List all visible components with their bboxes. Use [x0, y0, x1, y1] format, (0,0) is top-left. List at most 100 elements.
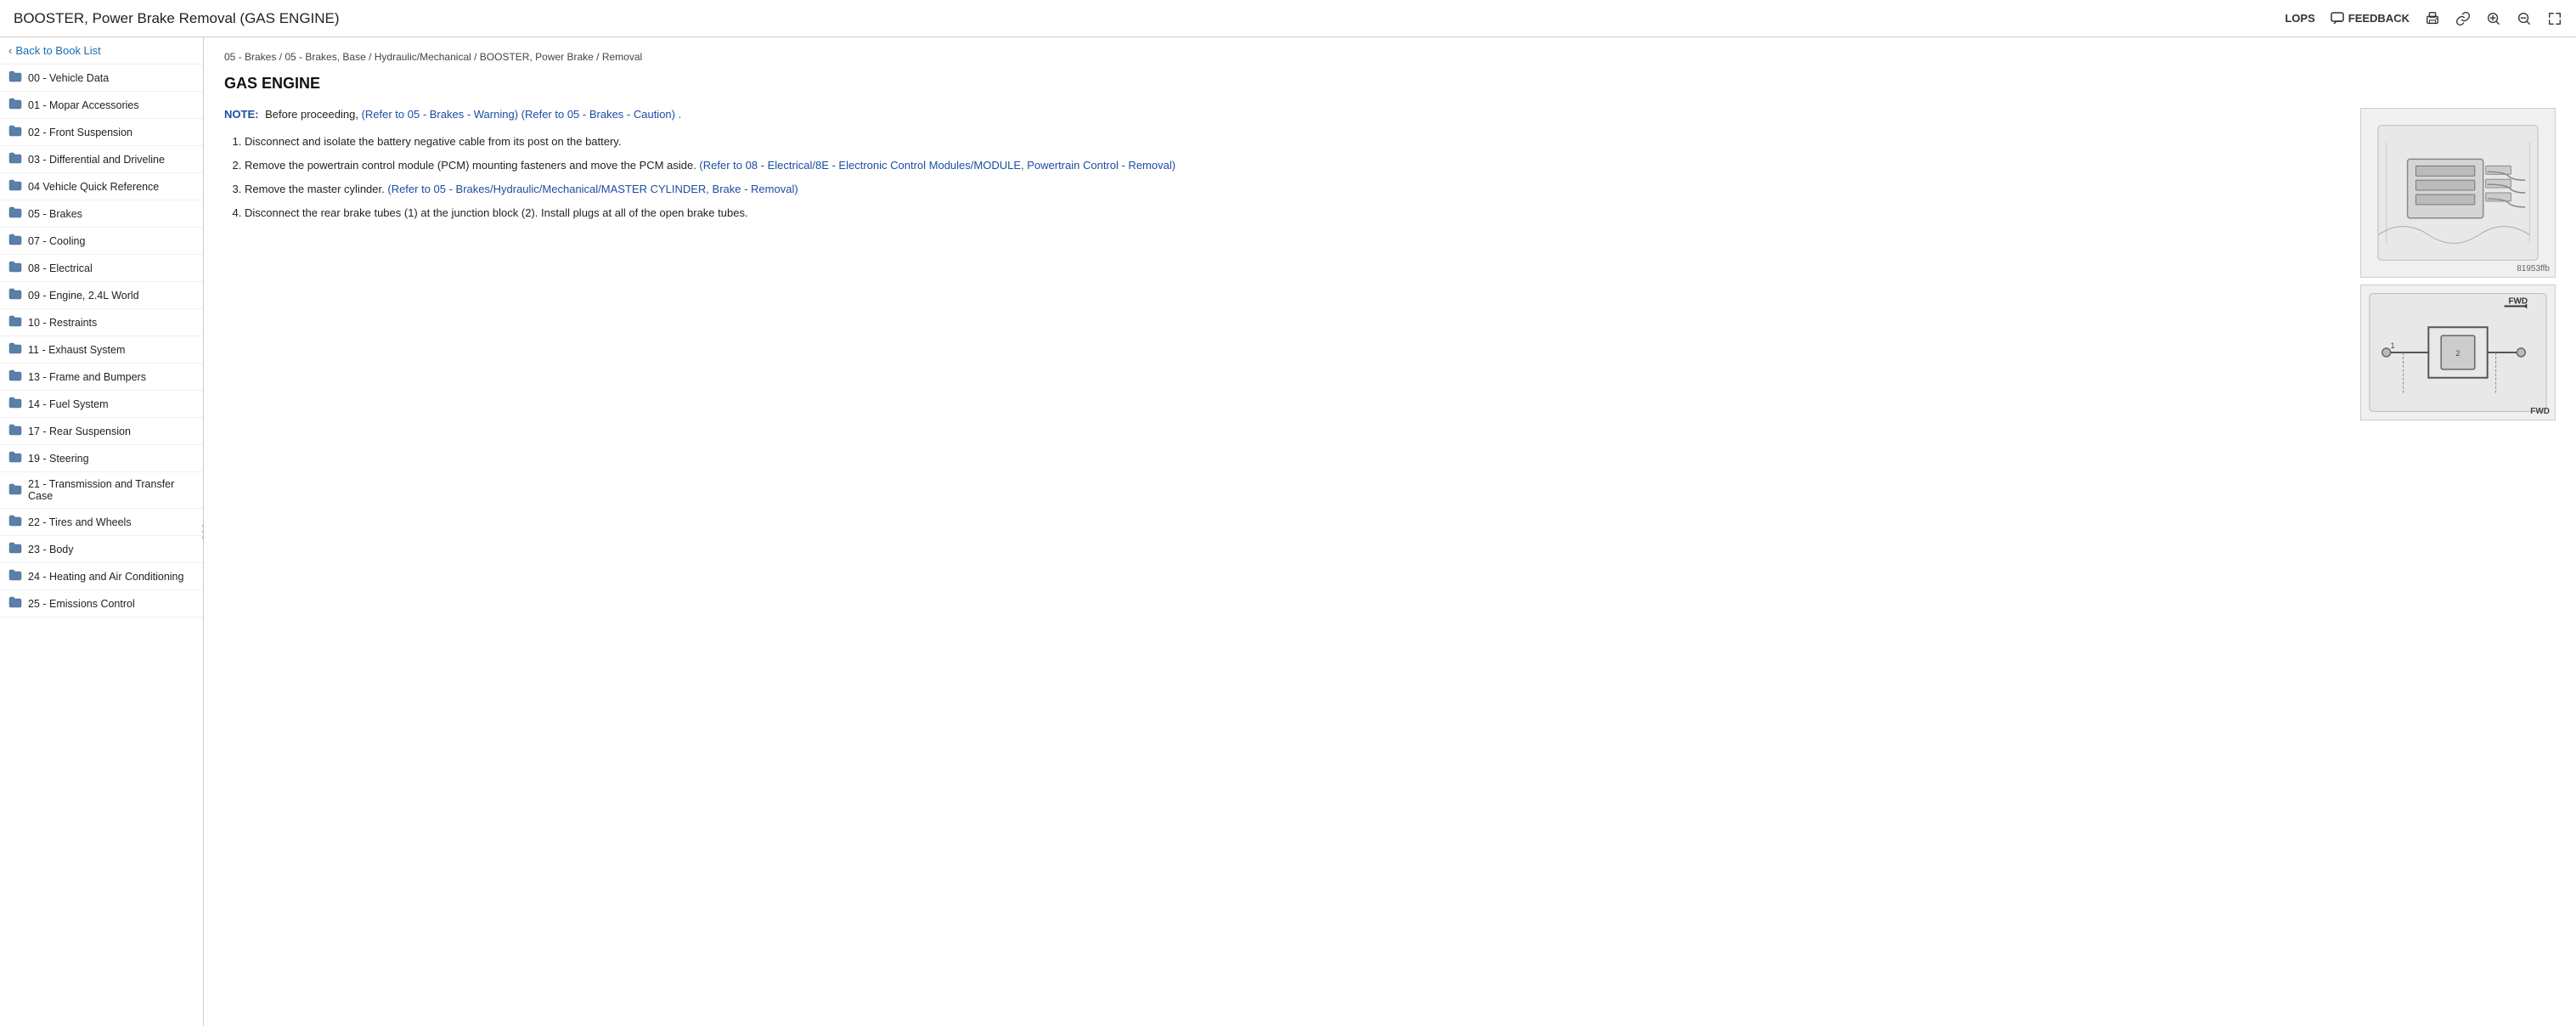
folder-icon — [8, 483, 22, 498]
folder-icon — [8, 569, 22, 583]
sidebar-item-label: 07 - Cooling — [28, 235, 85, 247]
diagram-2-label: FWD — [2530, 407, 2550, 416]
sidebar-item-label: 02 - Front Suspension — [28, 127, 132, 138]
breadcrumb: 05 - Brakes / 05 - Brakes, Base / Hydrau… — [224, 51, 2556, 63]
sidebar-item-label: 25 - Emissions Control — [28, 598, 135, 610]
sidebar-item-label: 09 - Engine, 2.4L World — [28, 290, 139, 302]
sidebar-resize-handle[interactable] — [202, 524, 204, 539]
sidebar-item-label: 22 - Tires and Wheels — [28, 516, 132, 528]
sidebar-item-label: 05 - Brakes — [28, 208, 82, 220]
sidebar-item-10[interactable]: 10 - Restraints — [0, 309, 203, 336]
step-3-link[interactable]: (Refer to 05 - Brakes/Hydraulic/Mechanic… — [387, 183, 798, 195]
step-4: Disconnect the rear brake tubes (1) at t… — [245, 204, 2347, 223]
folder-icon — [8, 179, 22, 194]
sidebar-item-14[interactable]: 14 - Fuel System — [0, 391, 203, 418]
sidebar-item-label: 01 - Mopar Accessories — [28, 99, 139, 111]
sidebar-item-label: 03 - Differential and Driveline — [28, 154, 165, 166]
note-prefix: Before proceeding, — [265, 108, 358, 121]
sidebar-item-04[interactable]: 04 Vehicle Quick Reference — [0, 173, 203, 200]
folder-icon — [8, 152, 22, 166]
zoom-out-button[interactable] — [2517, 11, 2532, 26]
sidebar-item-19[interactable]: 19 - Steering — [0, 445, 203, 472]
steps-list: Disconnect and isolate the battery negat… — [245, 132, 2347, 223]
folder-icon — [8, 70, 22, 85]
content-body: NOTE: Before proceeding, (Refer to 05 - … — [224, 108, 2556, 420]
sidebar-item-08[interactable]: 08 - Electrical — [0, 255, 203, 282]
step-2: Remove the powertrain control module (PC… — [245, 156, 2347, 175]
back-to-book-list[interactable]: ‹ Back to Book List — [0, 37, 203, 65]
image-panel: 81953ffb 2 1 — [2360, 108, 2556, 420]
diagram-1-label: 81953ffb — [2517, 264, 2550, 273]
folder-icon — [8, 98, 22, 112]
diagram-2: 2 1 FWD FWD — [2360, 285, 2556, 420]
sidebar-item-label: 21 - Transmission and Transfer Case — [28, 478, 194, 502]
sidebar: ‹ Back to Book List 00 - Vehicle Data 01… — [0, 37, 204, 1026]
content-title: GAS ENGINE — [224, 75, 2556, 93]
sidebar-item-22[interactable]: 22 - Tires and Wheels — [0, 509, 203, 536]
step-1: Disconnect and isolate the battery negat… — [245, 132, 2347, 151]
svg-text:2: 2 — [2456, 349, 2460, 358]
sidebar-item-label: 08 - Electrical — [28, 262, 93, 274]
folder-icon — [8, 125, 22, 139]
folder-icon — [8, 397, 22, 411]
folder-icon — [8, 424, 22, 438]
zoom-in-button[interactable] — [2486, 11, 2501, 26]
sidebar-item-label: 04 Vehicle Quick Reference — [28, 181, 159, 193]
sidebar-item-25[interactable]: 25 - Emissions Control — [0, 590, 203, 617]
folder-icon — [8, 451, 22, 465]
content-area: 05 - Brakes / 05 - Brakes, Base / Hydrau… — [204, 37, 2576, 1026]
feedback-icon — [2331, 12, 2344, 25]
sidebar-item-label: 24 - Heating and Air Conditioning — [28, 571, 183, 583]
sidebar-item-03[interactable]: 03 - Differential and Driveline — [0, 146, 203, 173]
folder-icon — [8, 261, 22, 275]
sidebar-item-label: 17 - Rear Suspension — [28, 426, 131, 437]
sidebar-item-24[interactable]: 24 - Heating and Air Conditioning — [0, 563, 203, 590]
note-label: NOTE: — [224, 108, 258, 121]
content-text: NOTE: Before proceeding, (Refer to 05 - … — [224, 108, 2347, 420]
note-link[interactable]: (Refer to 05 - Brakes - Warning) (Refer … — [362, 108, 682, 121]
sidebar-item-00[interactable]: 00 - Vehicle Data — [0, 65, 203, 92]
sidebar-item-label: 19 - Steering — [28, 453, 89, 465]
diagram-1: 81953ffb — [2360, 108, 2556, 278]
feedback-button[interactable]: FEEDBACK — [2331, 12, 2410, 25]
lops-label: LOPS — [2285, 12, 2314, 25]
link-button[interactable] — [2455, 11, 2471, 26]
folder-icon — [8, 515, 22, 529]
folder-icon — [8, 596, 22, 611]
folder-icon — [8, 288, 22, 302]
folder-icon — [8, 342, 22, 357]
main-layout: ‹ Back to Book List 00 - Vehicle Data 01… — [0, 37, 2576, 1026]
sidebar-item-label: 10 - Restraints — [28, 317, 97, 329]
page-title: BOOSTER, Power Brake Removal (GAS ENGINE… — [14, 10, 2268, 27]
step-3: Remove the master cylinder. (Refer to 05… — [245, 180, 2347, 199]
sidebar-item-11[interactable]: 11 - Exhaust System — [0, 336, 203, 364]
sidebar-item-13[interactable]: 13 - Frame and Bumpers — [0, 364, 203, 391]
folder-icon — [8, 542, 22, 556]
folder-icon — [8, 315, 22, 330]
sidebar-item-label: 14 - Fuel System — [28, 398, 108, 410]
sidebar-item-21[interactable]: 21 - Transmission and Transfer Case — [0, 472, 203, 509]
print-button[interactable] — [2425, 11, 2440, 26]
sidebar-item-01[interactable]: 01 - Mopar Accessories — [0, 92, 203, 119]
sidebar-item-07[interactable]: 07 - Cooling — [0, 228, 203, 255]
diagram-2-svg: 2 1 FWD — [2361, 285, 2555, 420]
expand-button[interactable] — [2547, 11, 2562, 26]
note-section: NOTE: Before proceeding, (Refer to 05 - … — [224, 108, 2347, 121]
folder-icon — [8, 234, 22, 248]
sidebar-item-05[interactable]: 05 - Brakes — [0, 200, 203, 228]
diagram-1-svg — [2361, 109, 2555, 277]
header: BOOSTER, Power Brake Removal (GAS ENGINE… — [0, 0, 2576, 37]
step-2-link[interactable]: (Refer to 08 - Electrical/8E - Electroni… — [699, 159, 1175, 172]
svg-text:1: 1 — [2391, 341, 2395, 350]
sidebar-item-label: 11 - Exhaust System — [28, 344, 125, 356]
back-arrow-icon: ‹ — [8, 44, 12, 57]
sidebar-item-23[interactable]: 23 - Body — [0, 536, 203, 563]
sidebar-item-09[interactable]: 09 - Engine, 2.4L World — [0, 282, 203, 309]
header-actions: LOPS FEEDBACK — [2285, 11, 2562, 26]
folder-icon — [8, 206, 22, 221]
sidebar-item-label: 00 - Vehicle Data — [28, 72, 109, 84]
sidebar-item-17[interactable]: 17 - Rear Suspension — [0, 418, 203, 445]
sidebar-item-label: 13 - Frame and Bumpers — [28, 371, 146, 383]
sidebar-item-02[interactable]: 02 - Front Suspension — [0, 119, 203, 146]
svg-text:FWD: FWD — [2508, 297, 2528, 307]
